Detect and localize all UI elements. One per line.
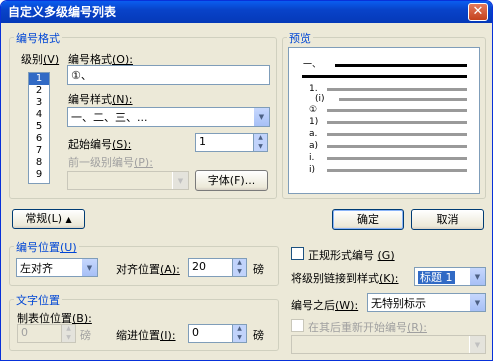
tab-stop-spinner[interactable]: ▲ ▼ [61, 325, 75, 342]
link-style-label: 将级别链接到样式(K): [291, 272, 399, 285]
preview-line [327, 145, 467, 148]
restart-checkbox[interactable] [291, 319, 304, 332]
preview-line [327, 109, 467, 112]
preview-marker: a. [309, 129, 318, 139]
align-position-label: 对齐位置(A): [116, 263, 180, 276]
align-position-value: 20 [192, 260, 206, 273]
align-position-input[interactable]: 20 ▲ ▼ [188, 258, 247, 277]
preview-line [335, 64, 467, 67]
follow-select[interactable]: 无特别标示 ▼ [367, 293, 486, 312]
dialog-title: 自定义多级编号列表 [8, 5, 117, 19]
style-select[interactable]: 一、二、三、... ▼ [67, 107, 270, 127]
preview-marker: i) [309, 165, 316, 175]
level-item[interactable]: 1 [29, 73, 49, 85]
ok-button[interactable]: 确定 [332, 209, 404, 230]
preview-marker: (i) [315, 94, 325, 104]
spin-up-icon[interactable]: ▲ [233, 259, 246, 268]
level-item[interactable]: 6 [29, 133, 49, 145]
level-item[interactable]: 8 [29, 157, 49, 169]
preview-marker: i. [309, 153, 315, 163]
indent-spinner[interactable]: ▲ ▼ [232, 325, 246, 342]
level-item[interactable]: 5 [29, 121, 49, 133]
chevron-down-icon[interactable]: ▼ [253, 108, 269, 126]
number-position-legend: 编号位置(U) [14, 239, 79, 255]
legal-style-label: 正规形式编号 (G) [308, 249, 395, 262]
preview-marker: 一、 [303, 60, 322, 70]
tab-stop-unit: 磅 [80, 329, 91, 342]
spin-up-icon[interactable]: ▲ [62, 325, 75, 334]
preview-line [327, 121, 467, 124]
preview-line [339, 98, 467, 101]
start-label: 起始编号(S): [68, 138, 132, 151]
style-label: 编号样式(N): [68, 93, 133, 106]
close-button[interactable]: ✕ [468, 3, 488, 21]
link-style-select[interactable]: 标题 1 ▼ [414, 267, 486, 286]
preview-marker: ① [309, 105, 318, 115]
level-label: 级别(V) [21, 53, 60, 66]
prev-level-label: 前一级别编号(P): [68, 156, 153, 169]
preview-line [327, 133, 467, 136]
format-group-legend: 编号格式 [14, 30, 62, 46]
follow-label: 编号之后(W): [291, 299, 359, 312]
tab-stop-value: 0 [21, 326, 28, 339]
preview-line [302, 75, 467, 78]
dialog-window: 自定义多级编号列表 ✕ 编号格式 级别(V) 1 2 3 4 5 6 7 8 9… [0, 0, 493, 361]
restart-label: 在其后重新开始编号(R): [308, 321, 427, 334]
spin-down-icon[interactable]: ▼ [233, 268, 246, 277]
spin-up-icon[interactable]: ▲ [233, 325, 246, 334]
cancel-button[interactable]: 取消 [411, 209, 484, 230]
format-input[interactable]: ①、 [67, 65, 270, 85]
prev-level-select[interactable]: ▼ [67, 171, 189, 190]
follow-value: 无特别标示 [371, 297, 426, 310]
preview-group-legend: 预览 [287, 30, 313, 46]
start-number-spinner[interactable]: ▲ ▼ [253, 134, 267, 151]
alignment-select[interactable]: 左对齐 ▼ [16, 258, 98, 277]
level-listbox[interactable]: 1 2 3 4 5 6 7 8 9 [28, 72, 50, 184]
font-button[interactable]: 字体(F)... [195, 170, 268, 191]
indent-value: 0 [192, 326, 199, 339]
preview-line [327, 169, 467, 172]
preview-pane: 一、 1. (i) ① 1) a. a) i. i) [288, 47, 480, 194]
spin-down-icon[interactable]: ▼ [62, 334, 75, 343]
level-item[interactable]: 2 [29, 85, 49, 97]
alignment-value: 左对齐 [20, 262, 53, 275]
chevron-down-icon[interactable]: ▼ [469, 336, 485, 353]
align-position-unit: 磅 [253, 263, 264, 276]
chevron-down-icon[interactable]: ▼ [469, 268, 485, 285]
indent-input[interactable]: 0 ▲ ▼ [188, 324, 247, 343]
preview-marker: a) [309, 141, 319, 151]
text-position-legend: 文字位置 [14, 292, 62, 308]
spin-down-icon[interactable]: ▼ [233, 334, 246, 343]
start-number-input[interactable]: 1 ▲ ▼ [195, 133, 268, 152]
preview-marker: 1. [309, 84, 318, 94]
collapse-arrow-icon: ▲ [65, 215, 72, 224]
level-item[interactable]: 9 [29, 169, 49, 181]
preview-line [327, 157, 467, 160]
style-select-value: 一、二、三、... [71, 111, 148, 124]
restart-select[interactable]: ▼ [291, 335, 486, 354]
level-item[interactable]: 7 [29, 145, 49, 157]
align-position-spinner[interactable]: ▲ ▼ [232, 259, 246, 276]
title-bar: 自定义多级编号列表 ✕ [1, 1, 492, 23]
chevron-down-icon[interactable]: ▼ [81, 259, 97, 276]
preview-marker: 1) [309, 117, 319, 127]
tab-stop-input[interactable]: 0 ▲ ▼ [17, 324, 76, 343]
start-number-value: 1 [199, 135, 206, 148]
level-item[interactable]: 3 [29, 97, 49, 109]
chevron-down-icon[interactable]: ▼ [172, 172, 188, 189]
link-style-value: 标题 1 [418, 271, 455, 284]
close-icon: ✕ [472, 4, 484, 19]
preview-line [327, 88, 467, 91]
normal-button[interactable]: 常规(L) ▲ [12, 209, 85, 229]
indent-label: 缩进位置(I): [116, 329, 176, 342]
spin-down-icon[interactable]: ▼ [254, 143, 267, 152]
legal-style-checkbox[interactable] [291, 247, 304, 260]
indent-unit: 磅 [253, 329, 264, 342]
spin-up-icon[interactable]: ▲ [254, 134, 267, 143]
chevron-down-icon[interactable]: ▼ [469, 294, 485, 311]
level-item[interactable]: 4 [29, 109, 49, 121]
